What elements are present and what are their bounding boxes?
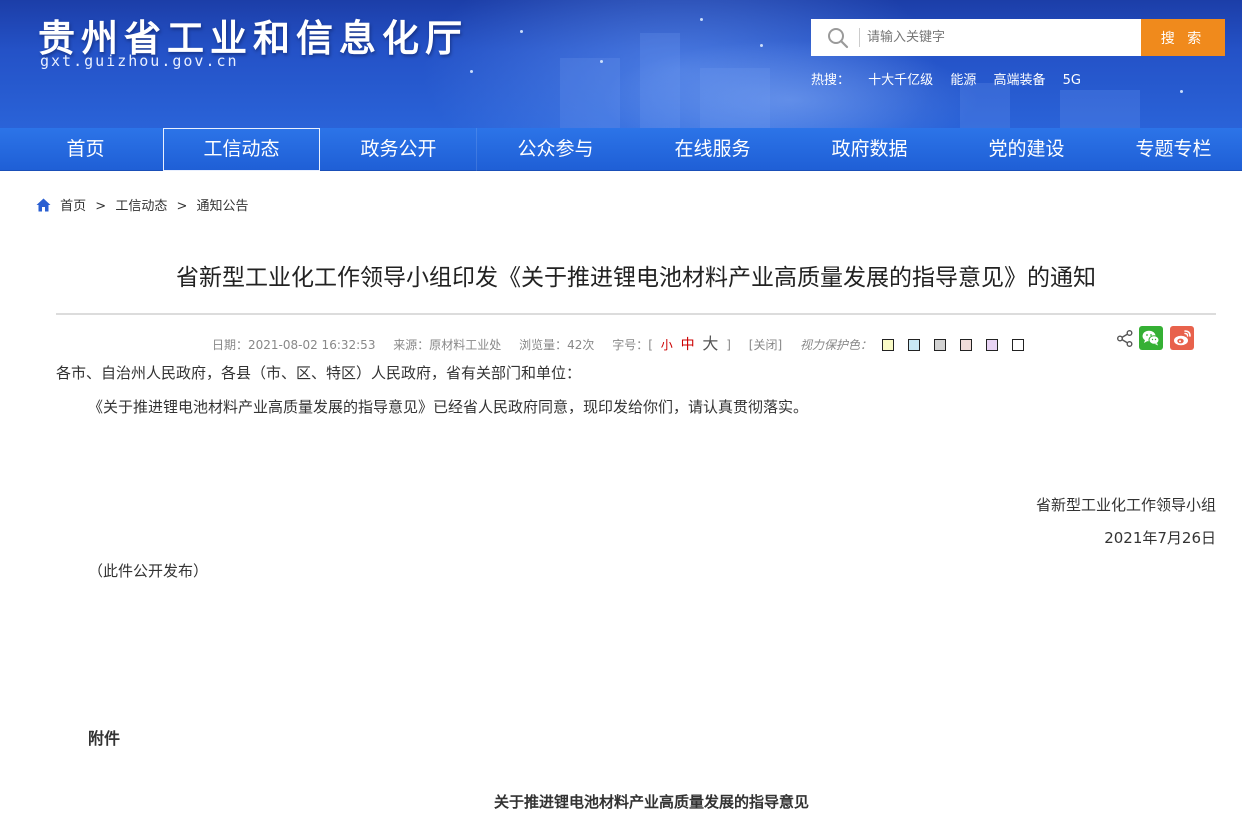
signature-org: 省新型工业化工作领导小组 bbox=[1035, 496, 1216, 514]
share-icon[interactable] bbox=[1117, 330, 1133, 347]
hot-search-label: 热搜： bbox=[811, 73, 851, 88]
nav-item-gov-affairs[interactable]: 政务公开 bbox=[320, 128, 477, 171]
search-button[interactable]: 搜 索 bbox=[1141, 19, 1225, 56]
breadcrumb-notices[interactable]: 通知公告 bbox=[197, 199, 249, 214]
eye-protect-label: 视力保护色： bbox=[799, 338, 872, 352]
eye-color-swatch[interactable] bbox=[985, 339, 998, 351]
eye-color-swatch[interactable] bbox=[1011, 339, 1024, 351]
font-size-bracket: ] bbox=[726, 338, 731, 352]
weibo-share-button[interactable] bbox=[1170, 326, 1194, 350]
article-paragraph: 《关于推进锂电池材料产业高质量发展的指导意见》已经省人民政府同意，现印发给你们，… bbox=[88, 398, 809, 416]
article-greeting: 各市、自治州人民政府，各县（市、区、特区）人民政府，省有关部门和单位： bbox=[56, 364, 582, 382]
nav-item-home[interactable]: 首页 bbox=[8, 128, 163, 171]
banner-building bbox=[560, 58, 620, 128]
article-meta: 日期：2021-08-02 16:32:53 来源：原材料工业处 浏览量：42次… bbox=[212, 330, 1038, 354]
nav-item-gov-data[interactable]: 政府数据 bbox=[791, 128, 948, 171]
font-size-medium-button[interactable]: 中 bbox=[681, 337, 695, 353]
hot-search-link[interactable]: 十大千亿级 bbox=[868, 73, 933, 88]
eye-color-swatch[interactable] bbox=[907, 339, 920, 351]
eye-color-swatch[interactable] bbox=[881, 339, 894, 351]
banner-building bbox=[700, 68, 770, 128]
breadcrumb-separator: > bbox=[176, 199, 188, 214]
banner-building bbox=[960, 83, 1010, 128]
attachment-title: 关于推进锂电池材料产业高质量发展的指导意见 bbox=[493, 793, 809, 811]
close-link[interactable]: [关闭] bbox=[749, 338, 782, 352]
home-icon bbox=[36, 198, 51, 212]
font-size-large-button[interactable]: 大 bbox=[702, 334, 718, 353]
banner-star bbox=[1180, 90, 1183, 93]
site-domain: gxt.guizhou.gov.cn bbox=[40, 52, 239, 70]
meta-date: 日期：2021-08-02 16:32:53 bbox=[212, 338, 376, 352]
banner-star bbox=[520, 30, 523, 33]
nav-item-topics[interactable]: 专题专栏 bbox=[1105, 128, 1242, 171]
nav-item-public[interactable]: 公众参与 bbox=[477, 128, 634, 171]
font-size-small-button[interactable]: 小 bbox=[661, 338, 673, 352]
article-title: 省新型工业化工作领导小组印发《关于推进锂电池材料产业高质量发展的指导意见》的通知 bbox=[176, 265, 1096, 291]
eye-color-swatch[interactable] bbox=[959, 339, 972, 351]
breadcrumb-news[interactable]: 工信动态 bbox=[115, 199, 167, 214]
banner-star bbox=[470, 70, 473, 73]
main-nav: 首页 工信动态 政务公开 公众参与 在线服务 政府数据 党的建设 专题专栏 bbox=[0, 128, 1242, 171]
wechat-share-button[interactable] bbox=[1139, 326, 1163, 350]
nav-item-party[interactable]: 党的建设 bbox=[948, 128, 1105, 171]
breadcrumb-separator: > bbox=[95, 199, 107, 214]
search-icon bbox=[828, 28, 849, 49]
breadcrumb-home[interactable]: 首页 bbox=[60, 199, 86, 214]
eye-color-swatch[interactable] bbox=[933, 339, 946, 351]
banner-star bbox=[600, 60, 603, 63]
wechat-icon bbox=[1142, 330, 1160, 346]
banner-building bbox=[1060, 90, 1140, 128]
nav-item-news[interactable]: 工信动态 bbox=[163, 128, 320, 171]
nav-item-online-service[interactable]: 在线服务 bbox=[634, 128, 791, 171]
banner-star bbox=[700, 18, 703, 21]
banner-star bbox=[760, 44, 763, 47]
search-divider bbox=[859, 28, 860, 47]
public-note: （此件公开发布） bbox=[88, 562, 209, 580]
weibo-icon bbox=[1174, 330, 1191, 346]
attachment-label: 附件 bbox=[88, 729, 121, 748]
hot-search-link[interactable]: 高端装备 bbox=[993, 73, 1045, 88]
meta-views: 浏览量：42次 bbox=[519, 338, 595, 352]
meta-source: 来源：原材料工业处 bbox=[393, 338, 502, 352]
search-input[interactable] bbox=[867, 23, 1135, 52]
hot-search-link[interactable]: 5G bbox=[1063, 73, 1081, 88]
banner-building bbox=[640, 33, 680, 128]
search-box bbox=[811, 19, 1142, 56]
hot-search-row: 热搜： 十大千亿级 能源 高端装备 5G bbox=[811, 69, 1094, 88]
hot-search-link[interactable]: 能源 bbox=[950, 73, 976, 88]
signature-date: 2021年7月26日 bbox=[1104, 529, 1216, 547]
title-divider bbox=[56, 313, 1216, 315]
breadcrumb: 首页 > 工信动态 > 通知公告 bbox=[36, 195, 249, 214]
font-size-label: 字号：[ bbox=[612, 338, 653, 352]
